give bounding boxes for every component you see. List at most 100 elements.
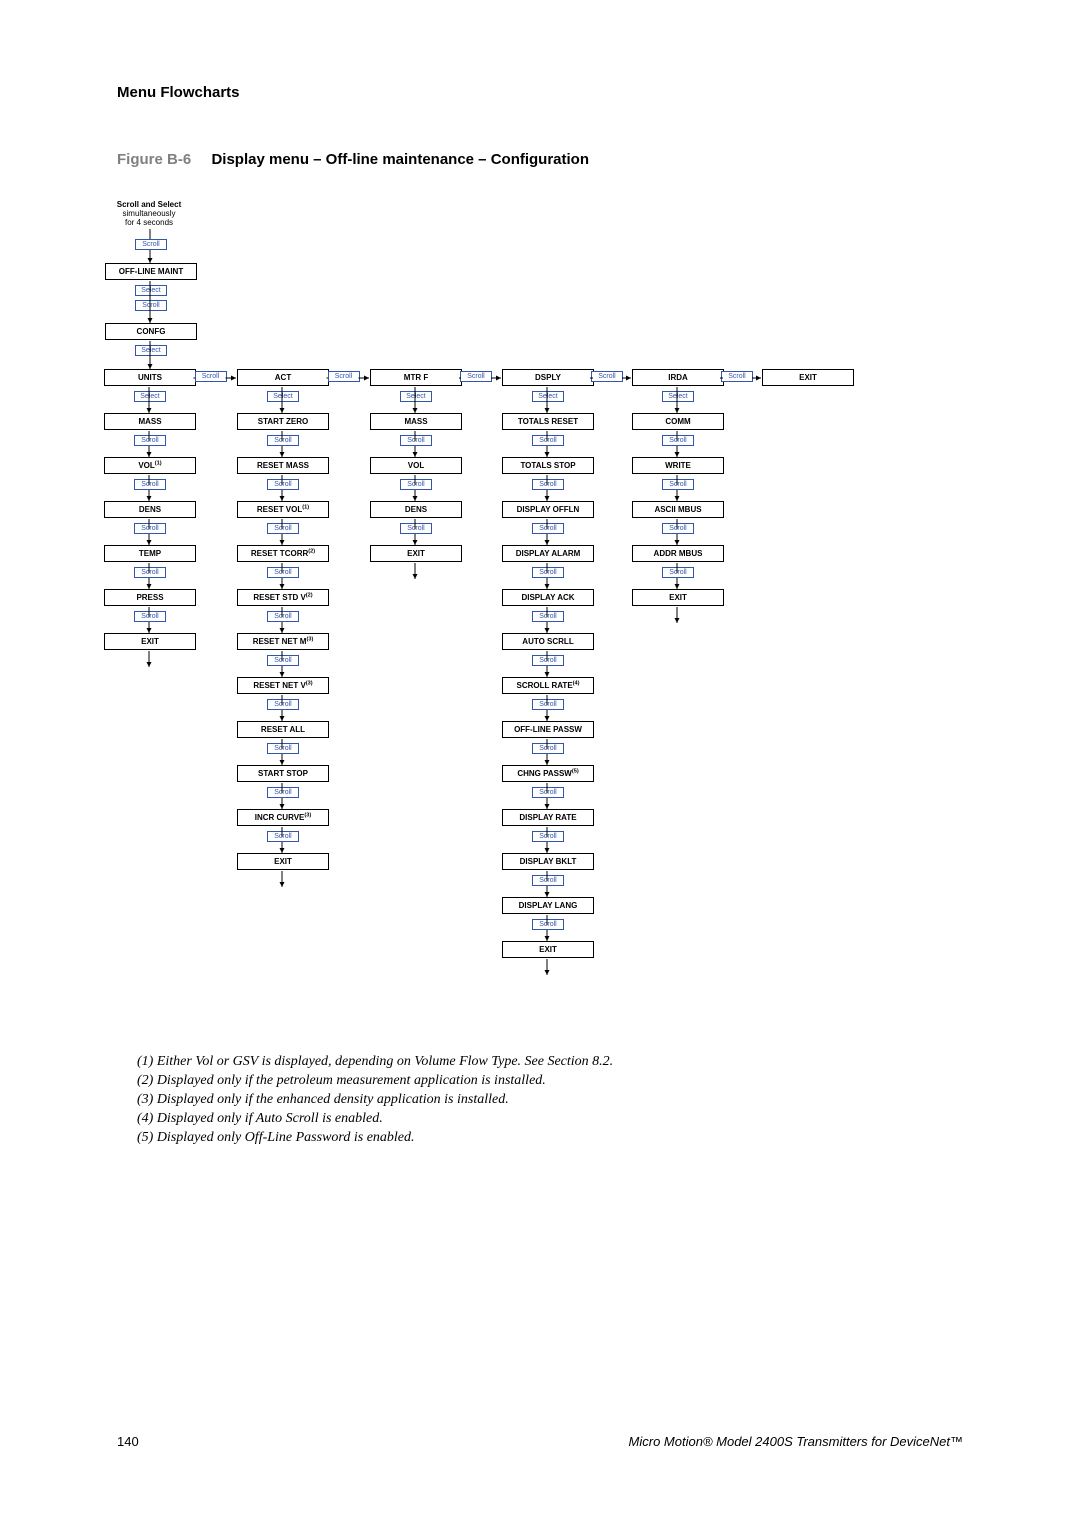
footnote-4: (4) Displayed only if Auto Scroll is ena… (137, 1110, 963, 1129)
menu-item-box: DISPLAY ACK (502, 589, 594, 606)
scroll-button: Scroll (532, 831, 564, 842)
scroll-button: Scroll (267, 611, 299, 622)
confg-box: CONFG (105, 323, 197, 340)
scroll-button: Scroll (662, 567, 694, 578)
scroll-button: Scroll (134, 611, 166, 622)
scroll-button: Scroll (267, 479, 299, 490)
menu-item-box: COMM (632, 413, 724, 430)
scroll-button: Scroll (400, 523, 432, 534)
menu-item-box: INCR CURVE(3) (237, 809, 329, 826)
menu-item-box: DISPLAY OFFLN (502, 501, 594, 518)
select-button: Select (135, 345, 167, 356)
menu-item-box: RESET MASS (237, 457, 329, 474)
scroll-button: Scroll (328, 371, 360, 382)
select-button: Select (135, 285, 167, 296)
scroll-button: Scroll (721, 371, 753, 382)
footnote-3: (3) Displayed only if the enhanced densi… (137, 1091, 963, 1110)
menu-item-box: DISPLAY ALARM (502, 545, 594, 562)
select-button: Select (267, 391, 299, 402)
menu-item-box: EXIT (502, 941, 594, 958)
offline-maint-box: OFF-LINE MAINT (105, 263, 197, 280)
menu-item-box: RESET STD V(2) (237, 589, 329, 606)
flowchart-diagram: Scroll and Selectsimultaneouslyfor 4 sec… (117, 201, 963, 1041)
menu-item-box: AUTO SCRLL (502, 633, 594, 650)
footnote-2: (2) Displayed only if the petroleum meas… (137, 1072, 963, 1091)
menu-item-box: SCROLL RATE(4) (502, 677, 594, 694)
category-box: ACT (237, 369, 329, 386)
menu-item-box: TOTALS STOP (502, 457, 594, 474)
scroll-button: Scroll (532, 919, 564, 930)
scroll-button: Scroll (532, 435, 564, 446)
page-footer: 140 Micro Motion® Model 2400S Transmitte… (117, 1434, 963, 1449)
scroll-button: Scroll (662, 435, 694, 446)
scroll-button: Scroll (532, 567, 564, 578)
scroll-button: Scroll (135, 300, 167, 311)
select-button: Select (532, 391, 564, 402)
scroll-button: Scroll (267, 787, 299, 798)
scroll-button: Scroll (267, 699, 299, 710)
menu-item-box: RESET NET V(3) (237, 677, 329, 694)
figure-number: Figure B-6 (117, 151, 207, 168)
menu-item-box: EXIT (237, 853, 329, 870)
select-button: Select (662, 391, 694, 402)
scroll-button: Scroll (267, 435, 299, 446)
menu-item-box: MASS (104, 413, 196, 430)
footnote-1: (1) Either Vol or GSV is displayed, depe… (137, 1053, 963, 1072)
scroll-button: Scroll (532, 479, 564, 490)
category-box: UNITS (104, 369, 196, 386)
menu-item-box: DISPLAY RATE (502, 809, 594, 826)
menu-item-box: RESET VOL(1) (237, 501, 329, 518)
select-button: Select (134, 391, 166, 402)
scroll-button: Scroll (400, 435, 432, 446)
scroll-button: Scroll (532, 523, 564, 534)
menu-item-box: TOTALS RESET (502, 413, 594, 430)
menu-item-box: PRESS (104, 589, 196, 606)
scroll-button: Scroll (195, 371, 227, 382)
menu-item-box: DENS (370, 501, 462, 518)
menu-item-box: DISPLAY LANG (502, 897, 594, 914)
footer-text: Micro Motion® Model 2400S Transmitters f… (629, 1434, 963, 1449)
footnotes: (1) Either Vol or GSV is displayed, depe… (117, 1053, 963, 1147)
scroll-button: Scroll (532, 875, 564, 886)
scroll-button: Scroll (662, 523, 694, 534)
scroll-button: Scroll (267, 567, 299, 578)
scroll-button: Scroll (267, 743, 299, 754)
category-box: IRDA (632, 369, 724, 386)
scroll-button: Scroll (134, 479, 166, 490)
menu-item-box: RESET TCORR(2) (237, 545, 329, 562)
scroll-button: Scroll (662, 479, 694, 490)
menu-item-box: EXIT (370, 545, 462, 562)
menu-item-box: MASS (370, 413, 462, 430)
footnote-5: (5) Displayed only Off-Line Password is … (137, 1129, 963, 1148)
scroll-button: Scroll (267, 655, 299, 666)
category-box: EXIT (762, 369, 854, 386)
entry-instruction: Scroll and Selectsimultaneouslyfor 4 sec… (109, 201, 189, 227)
scroll-button: Scroll (267, 831, 299, 842)
menu-item-box: ASCII MBUS (632, 501, 724, 518)
scroll-button: Scroll (591, 371, 623, 382)
menu-item-box: EXIT (632, 589, 724, 606)
menu-item-box: OFF-LINE PASSW (502, 721, 594, 738)
page-number: 140 (117, 1434, 139, 1449)
menu-item-box: START STOP (237, 765, 329, 782)
select-button: Select (400, 391, 432, 402)
menu-item-box: START ZERO (237, 413, 329, 430)
menu-item-box: DISPLAY BKLT (502, 853, 594, 870)
scroll-button: Scroll (135, 239, 167, 250)
scroll-button: Scroll (460, 371, 492, 382)
menu-item-box: EXIT (104, 633, 196, 650)
menu-item-box: ADDR MBUS (632, 545, 724, 562)
scroll-button: Scroll (532, 699, 564, 710)
category-box: DSPLY (502, 369, 594, 386)
menu-item-box: VOL (370, 457, 462, 474)
menu-item-box: WRITE (632, 457, 724, 474)
scroll-button: Scroll (134, 435, 166, 446)
scroll-button: Scroll (532, 787, 564, 798)
menu-item-box: RESET NET M(3) (237, 633, 329, 650)
section-title: Menu Flowcharts (117, 84, 963, 101)
menu-item-box: TEMP (104, 545, 196, 562)
scroll-button: Scroll (532, 611, 564, 622)
scroll-button: Scroll (134, 567, 166, 578)
scroll-button: Scroll (267, 523, 299, 534)
menu-item-box: DENS (104, 501, 196, 518)
